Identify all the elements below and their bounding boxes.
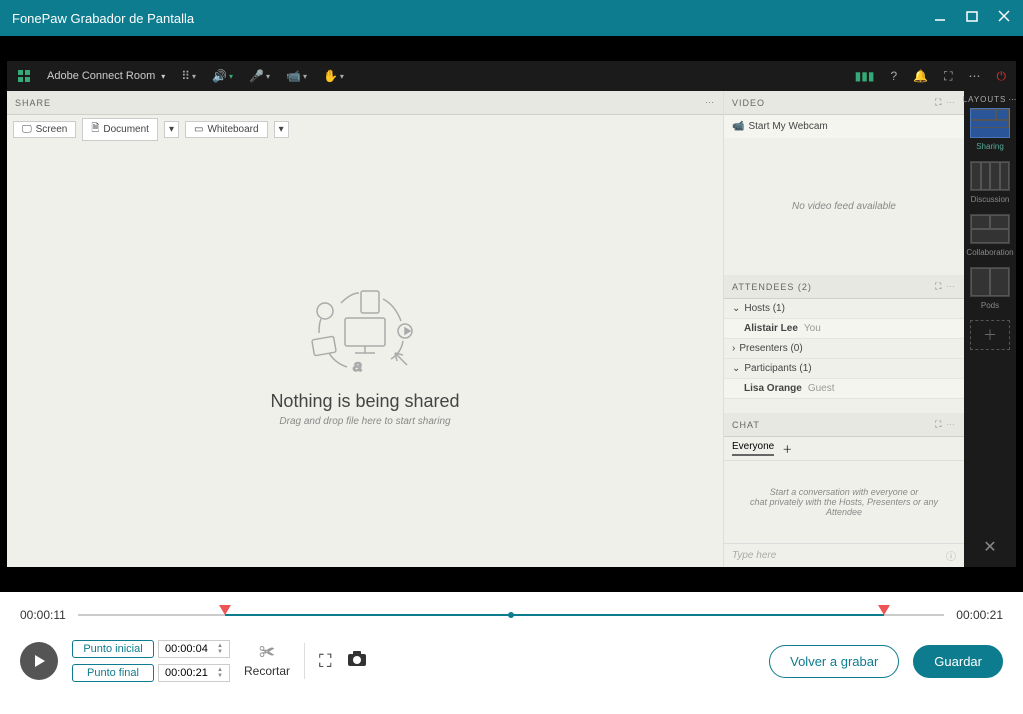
play-button[interactable]: [20, 642, 58, 680]
fullscreen-icon[interactable]: ⛶: [944, 69, 952, 84]
window-titlebar: FonePaw Grabador de Pantalla: [0, 0, 1023, 36]
layout-discussion-label: Discussion: [971, 195, 1010, 204]
hand-icon[interactable]: ✋ ▾: [323, 69, 344, 83]
window-controls: [933, 9, 1011, 28]
layout-pods-thumb[interactable]: [970, 267, 1010, 297]
trim-start-handle[interactable]: [219, 605, 231, 615]
chat-tab-everyone[interactable]: Everyone: [732, 441, 774, 456]
punto-inicial-input[interactable]: 00:00:04▲▼: [158, 640, 230, 658]
layout-sharing-label: Sharing: [976, 142, 1004, 151]
attendees-more-icon[interactable]: ⋯: [946, 281, 956, 291]
recorder-controls: 00:00:11 00:00:21 Punto inicial 00:00:04…: [0, 592, 1023, 714]
grid-menu-icon[interactable]: ⠿ ▾: [181, 69, 196, 83]
signal-icon: ▮▮▮: [855, 69, 875, 83]
share-empty-title: Nothing is being shared: [270, 391, 459, 412]
chat-input[interactable]: Type here ⓘ: [724, 543, 964, 567]
volver-a-grabar-button[interactable]: Volver a grabar: [769, 645, 899, 678]
share-panel-header: SHARE ⋯: [7, 91, 723, 115]
guardar-button[interactable]: Guardar: [913, 645, 1003, 678]
bell-icon[interactable]: 🔔: [913, 69, 928, 83]
app-logo-icon: [17, 69, 31, 83]
start-webcam-button[interactable]: 📹 Start My Webcam: [724, 115, 964, 138]
timeline-track[interactable]: [78, 605, 944, 625]
svg-text:a: a: [353, 358, 362, 375]
share-more-icon[interactable]: ⋯: [705, 97, 715, 108]
share-buttons-row: 🖵 Screen 🗎 Document ▾ ▭ Whiteboard ▾: [7, 115, 723, 143]
minimize-icon[interactable]: [933, 9, 947, 28]
layout-collaboration-label: Collaboration: [966, 248, 1013, 257]
help-icon[interactable]: ?: [890, 69, 897, 83]
chat-panel-header: CHAT ⛶ ⋯: [724, 413, 964, 437]
share-document-button[interactable]: 🗎 Document: [82, 118, 158, 141]
recortar-button[interactable]: ✀ Recortar: [244, 644, 290, 678]
chat-empty-message: Start a conversation with everyone or ch…: [724, 461, 964, 543]
layout-collaboration-thumb[interactable]: [970, 214, 1010, 244]
app-toolbar: Adobe Connect Room ▾ ⠿ ▾ 🔊 ▾ 🎤 ▾ 📹 ▾ ✋ ▾…: [7, 61, 1016, 91]
hosts-group[interactable]: ⌄ Hosts (1): [724, 299, 964, 319]
layouts-more-icon[interactable]: ⋯: [1008, 95, 1017, 104]
presenters-group[interactable]: › Presenters (0): [724, 339, 964, 359]
share-empty-subtitle: Drag and drop file here to start sharing: [279, 416, 450, 427]
participants-group[interactable]: ⌄ Participants (1): [724, 359, 964, 379]
layout-discussion-thumb[interactable]: [970, 161, 1010, 191]
document-dropdown[interactable]: ▾: [164, 121, 179, 138]
volume-icon[interactable]: 🔊 ▾: [212, 69, 233, 83]
layout-add-button[interactable]: ＋: [970, 320, 1010, 350]
punto-inicial-label: Punto inicial: [72, 640, 154, 658]
whiteboard-dropdown[interactable]: ▾: [274, 121, 289, 138]
more-icon[interactable]: ⋯: [969, 69, 981, 83]
share-screen-button[interactable]: 🖵 Screen: [13, 121, 76, 138]
capture-area: Adobe Connect Room ▾ ⠿ ▾ 🔊 ▾ 🎤 ▾ 📹 ▾ ✋ ▾…: [0, 36, 1023, 592]
camera-icon[interactable]: 📹 ▾: [286, 69, 307, 83]
playhead-icon[interactable]: [508, 612, 514, 618]
share-empty-state: a Nothing is being shared Drag and drop …: [7, 143, 723, 567]
scissors-icon: ✀: [259, 644, 275, 662]
room-dropdown[interactable]: Adobe Connect Room ▾: [47, 70, 165, 82]
chat-more-icon[interactable]: ⋯: [946, 419, 956, 429]
close-icon[interactable]: [997, 9, 1011, 28]
attendee-participant-item[interactable]: Lisa OrangeGuest: [724, 379, 964, 399]
window-title: FonePaw Grabador de Pantalla: [12, 11, 194, 26]
punto-final-input[interactable]: 00:00:21▲▼: [158, 664, 230, 682]
no-video-message: No video feed available: [724, 138, 964, 275]
share-whiteboard-button[interactable]: ▭ Whiteboard: [185, 121, 268, 138]
video-more-icon[interactable]: ⋯: [946, 97, 956, 107]
layout-sharing-thumb[interactable]: [970, 108, 1010, 138]
timeline-end-time: 00:00:21: [956, 608, 1003, 622]
snapshot-camera-icon[interactable]: [346, 650, 368, 673]
layout-pods-label: Pods: [981, 301, 999, 310]
punto-final-label: Punto final: [72, 664, 154, 682]
power-icon[interactable]: ⏻: [997, 69, 1007, 84]
maximize-icon[interactable]: [965, 9, 979, 28]
timeline-start-time: 00:00:11: [20, 608, 66, 622]
attendees-expand-icon[interactable]: ⛶: [935, 281, 942, 291]
attendees-panel-header: ATTENDEES (2) ⛶ ⋯: [724, 275, 964, 299]
chat-add-tab-icon[interactable]: ＋: [782, 441, 792, 456]
video-expand-icon[interactable]: ⛶: [935, 97, 942, 107]
video-panel-header: VIDEO ⛶ ⋯: [724, 91, 964, 115]
share-cycle-icon: a: [295, 283, 435, 383]
captured-app: Adobe Connect Room ▾ ⠿ ▾ 🔊 ▾ 🎤 ▾ 📹 ▾ ✋ ▾…: [6, 60, 1017, 568]
trim-end-handle[interactable]: [878, 605, 890, 615]
layouts-header: LAYOUTS ⋯: [963, 95, 1018, 104]
chat-expand-icon[interactable]: ⛶: [935, 419, 942, 429]
fullscreen-tool-icon[interactable]: ⛶: [319, 651, 332, 672]
layout-tool-icon[interactable]: ✕: [983, 537, 996, 557]
attendee-host-item[interactable]: Alistair LeeYou: [724, 319, 964, 339]
chat-info-icon[interactable]: ⓘ: [946, 548, 956, 563]
mic-icon[interactable]: 🎤 ▾: [249, 69, 270, 83]
